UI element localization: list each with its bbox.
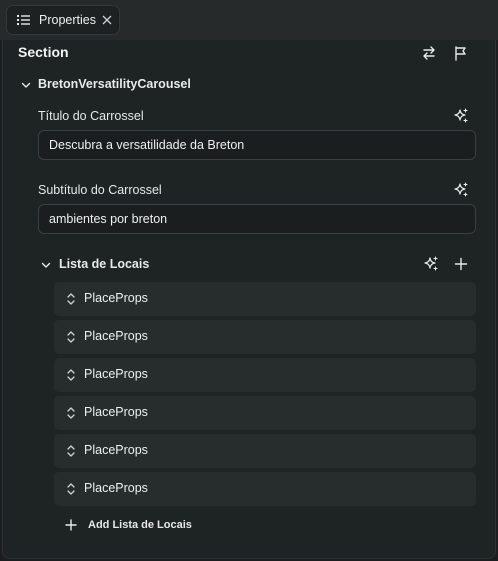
add-place-label: Add Lista de Locais xyxy=(88,519,192,531)
plus-icon[interactable] xyxy=(452,255,470,273)
up-down-chevron-icon[interactable] xyxy=(65,367,77,383)
sparkles-icon[interactable] xyxy=(422,255,440,273)
carousel-subtitle-label: Subtítulo do Carrossel xyxy=(38,183,162,197)
tab-bar: Properties xyxy=(0,0,498,40)
component-name: BretonVersatilityCarousel xyxy=(38,77,191,91)
carousel-title-label: Título do Carrossel xyxy=(38,109,144,123)
up-down-chevron-icon[interactable] xyxy=(65,291,77,307)
list-icon xyxy=(17,15,30,25)
sparkles-icon[interactable] xyxy=(452,181,470,199)
close-icon[interactable] xyxy=(100,13,114,27)
list-item[interactable]: PlaceProps xyxy=(54,396,476,430)
carousel-title-input[interactable] xyxy=(38,130,476,160)
section-title: Section xyxy=(18,44,69,60)
up-down-chevron-icon[interactable] xyxy=(65,405,77,421)
list-item-label: PlaceProps xyxy=(84,291,148,305)
list-item-label: PlaceProps xyxy=(84,367,148,381)
add-place-button[interactable]: Add Lista de Locais xyxy=(64,516,204,534)
plus-icon xyxy=(65,519,77,531)
list-item-label: PlaceProps xyxy=(84,481,148,495)
up-down-chevron-icon[interactable] xyxy=(65,481,77,497)
list-item[interactable]: PlaceProps xyxy=(54,282,476,316)
swap-icon[interactable] xyxy=(420,44,438,62)
chevron-down-icon[interactable] xyxy=(40,259,52,271)
tab-properties[interactable]: Properties xyxy=(6,5,120,35)
list-item-label: PlaceProps xyxy=(84,405,148,419)
tab-label: Properties xyxy=(39,13,96,27)
list-item[interactable]: PlaceProps xyxy=(54,358,476,392)
sparkles-icon[interactable] xyxy=(452,107,470,125)
list-item-label: PlaceProps xyxy=(84,329,148,343)
up-down-chevron-icon[interactable] xyxy=(65,443,77,459)
flag-icon[interactable] xyxy=(452,44,470,62)
list-item[interactable]: PlaceProps xyxy=(54,472,476,506)
list-item-label: PlaceProps xyxy=(84,443,148,457)
list-item[interactable]: PlaceProps xyxy=(54,320,476,354)
places-list-title: Lista de Locais xyxy=(59,257,150,271)
chevron-down-icon[interactable] xyxy=(20,79,32,91)
list-item[interactable]: PlaceProps xyxy=(54,434,476,468)
carousel-subtitle-input[interactable] xyxy=(38,204,476,234)
up-down-chevron-icon[interactable] xyxy=(65,329,77,345)
